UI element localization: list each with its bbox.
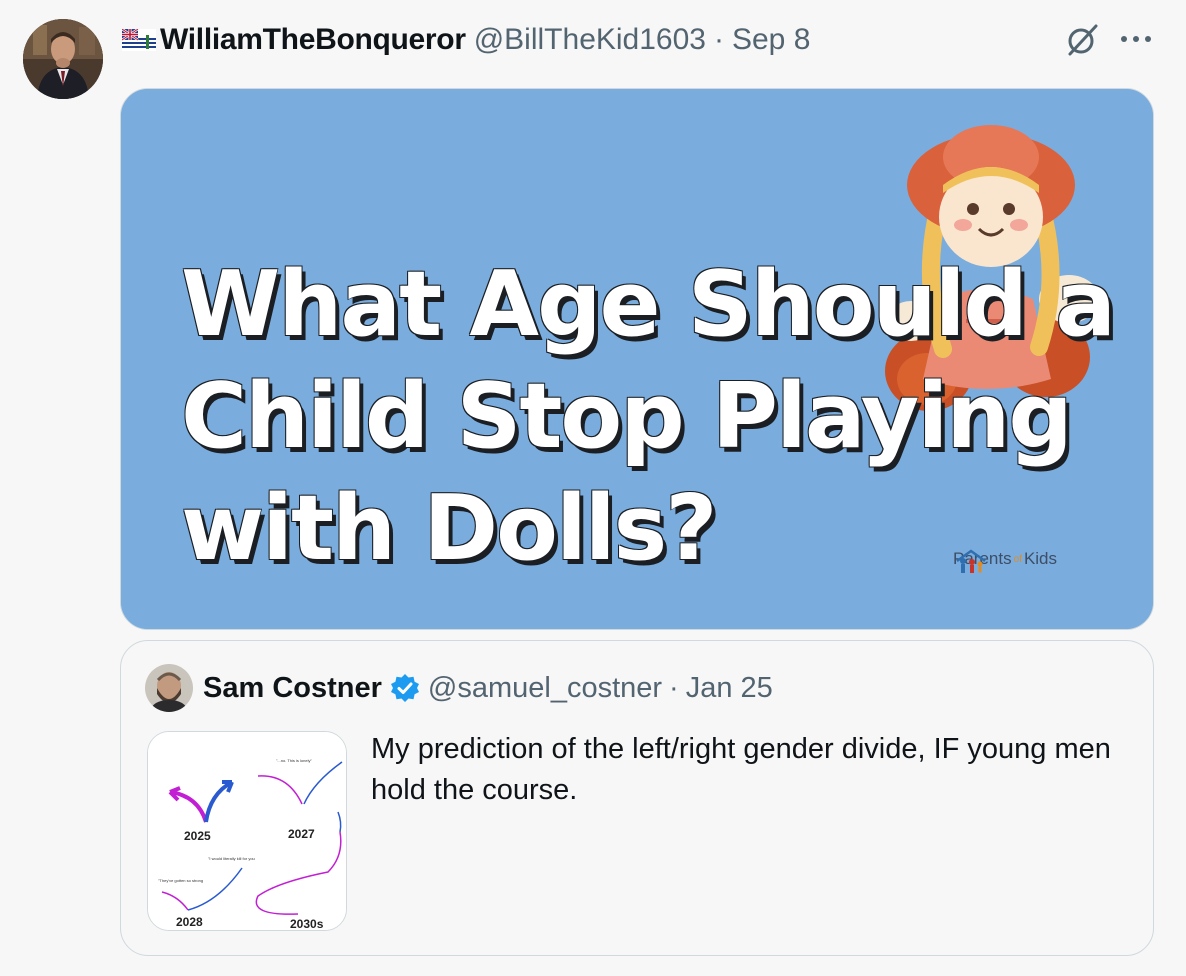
thumbnail-caption: "I would literally kill for you bbox=[208, 856, 255, 861]
thumbnail-caption: "They've gotten so strong bbox=[158, 878, 203, 883]
headline-line: What Age Should a bbox=[181, 252, 1116, 357]
more-icon[interactable] bbox=[1118, 28, 1154, 50]
brand-name-mid: of bbox=[1013, 553, 1022, 565]
thumbnail-label: 2030s bbox=[290, 917, 324, 931]
quoted-author-avatar-image bbox=[145, 664, 193, 712]
thumbnail-label: 2025 bbox=[184, 829, 211, 843]
post-header: WilliamTheBonqueror @BillTheKid1603 · Se… bbox=[122, 20, 810, 60]
quoted-post-thumbnail[interactable]: 2025 "...no. This is lonely" 2027 "They'… bbox=[147, 731, 347, 931]
quoted-post-text: My prediction of the left/right gender d… bbox=[371, 733, 1111, 806]
quoted-post-header: Sam Costner @samuel_costner · Jan 25 bbox=[145, 663, 773, 713]
gender-divide-diagram: 2025 "...no. This is lonely" 2027 "They'… bbox=[148, 732, 346, 931]
quoted-author-avatar[interactable] bbox=[145, 664, 193, 712]
quoted-author-display-name[interactable]: Sam Costner bbox=[203, 672, 382, 705]
post-date[interactable]: Sep 8 bbox=[732, 23, 810, 57]
headline-line: Child Stop Playing bbox=[181, 364, 1073, 469]
thumbnail-caption: "...no. This is lonely" bbox=[276, 758, 312, 763]
post-media-image[interactable]: What Age Should a Child Stop Playing wit… bbox=[120, 88, 1154, 630]
author-handle[interactable]: @BillTheKid1603 bbox=[474, 23, 706, 57]
grok-icon[interactable] bbox=[1064, 22, 1100, 58]
media-headline: What Age Should a Child Stop Playing wit… bbox=[181, 249, 1141, 585]
family-house-icon bbox=[956, 549, 986, 573]
brand-name-right: Kids bbox=[1023, 549, 1058, 568]
british-indian-ocean-territory-flag-icon bbox=[122, 29, 156, 51]
author-avatar-image bbox=[23, 19, 103, 99]
verified-badge-icon bbox=[390, 674, 419, 702]
author-display-name[interactable]: WilliamTheBonqueror bbox=[160, 23, 466, 57]
quoted-post-date[interactable]: Jan 25 bbox=[686, 672, 773, 705]
author-avatar[interactable] bbox=[23, 19, 103, 99]
quoted-post[interactable]: Sam Costner @samuel_costner · Jan 25 202… bbox=[120, 640, 1154, 956]
header-separator: · bbox=[713, 23, 724, 56]
thumbnail-label: 2027 bbox=[288, 827, 315, 841]
brand-logo: Parents of Kids bbox=[953, 549, 1058, 573]
quoted-header-separator: · bbox=[669, 671, 679, 704]
quoted-author-handle[interactable]: @samuel_costner bbox=[428, 672, 662, 705]
thumbnail-label: 2028 bbox=[176, 915, 203, 929]
